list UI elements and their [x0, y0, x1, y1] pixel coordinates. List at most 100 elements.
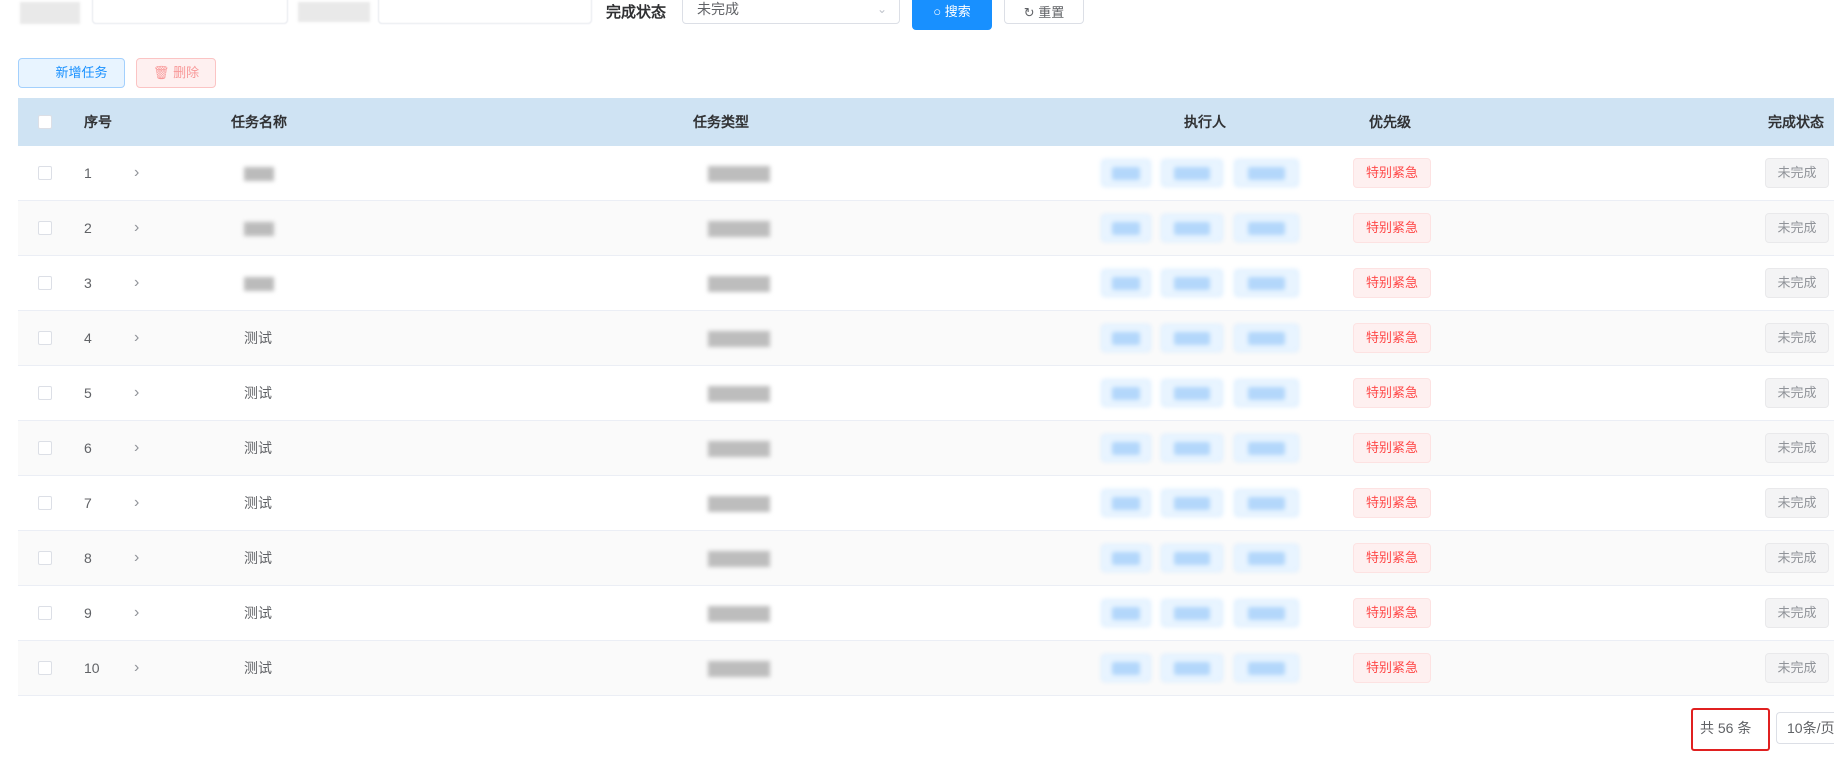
column-header-executor: 执行人 — [1184, 114, 1226, 130]
chevron-right-icon[interactable]: › — [134, 586, 146, 640]
row-index: 2 — [84, 220, 92, 236]
row-checkbox[interactable] — [38, 496, 52, 510]
trash-icon: 🗑 — [152, 65, 170, 80]
executor-tag — [1234, 434, 1299, 462]
row-task-type-redacted — [708, 531, 770, 585]
row-task-type-redacted — [708, 641, 770, 695]
chevron-right-icon[interactable]: › — [134, 256, 146, 310]
executor-tag — [1101, 434, 1151, 462]
chevron-right-icon[interactable]: › — [134, 641, 146, 695]
chevron-right-icon[interactable]: › — [134, 146, 146, 200]
row-index: 10 — [84, 660, 100, 676]
table-row[interactable]: 4 › 测试 特别紧急 未完成 — [18, 311, 1834, 366]
row-task-name: 测试 — [244, 660, 272, 676]
filter-bar: 完成状态 未完成 ⌄ ○ 搜索 ↻ 重置 — [0, 0, 1834, 30]
priority-badge: 特别紧急 — [1353, 598, 1431, 628]
row-index: 7 — [84, 495, 92, 511]
table-body: 1 › 特别紧急 未完成 2 › 特别紧急 未完成 3 › 特别紧急 未完成 4 › 测试 特别紧急 未完成 5 ›… — [18, 146, 1834, 696]
row-task-type-redacted — [708, 586, 770, 640]
chevron-right-icon[interactable]: › — [134, 531, 146, 585]
status-badge: 未完成 — [1765, 268, 1829, 298]
page-size-select[interactable]: 10条/页 — [1776, 712, 1834, 744]
search-button[interactable]: ○ 搜索 — [912, 0, 992, 30]
page-size-value: 10条/页 — [1787, 720, 1834, 736]
executor-tag — [1234, 214, 1299, 242]
reset-button-label: 重置 — [1038, 5, 1065, 20]
executor-tag — [1161, 434, 1223, 462]
column-header-task-name: 任务名称 — [231, 114, 287, 130]
row-checkbox[interactable] — [38, 661, 52, 675]
row-index: 6 — [84, 440, 92, 456]
task-name-input[interactable] — [378, 0, 592, 24]
chevron-right-icon[interactable]: › — [134, 476, 146, 530]
priority-badge: 特别紧急 — [1353, 488, 1431, 518]
status-badge: 未完成 — [1765, 543, 1829, 573]
executor-tag — [1234, 324, 1299, 352]
row-checkbox[interactable] — [38, 551, 52, 565]
row-checkbox[interactable] — [38, 331, 52, 345]
executor-tag — [1161, 324, 1223, 352]
search-button-label: 搜索 — [944, 4, 971, 19]
select-all-checkbox[interactable] — [38, 115, 52, 129]
redacted-filter-input[interactable] — [92, 0, 288, 24]
priority-badge: 特别紧急 — [1353, 268, 1431, 298]
row-checkbox[interactable] — [38, 166, 52, 180]
row-task-type-redacted — [708, 421, 770, 475]
row-task-name: 测试 — [244, 550, 272, 566]
refresh-icon: ↻ — [1023, 5, 1035, 20]
executor-tag — [1234, 379, 1299, 407]
executor-tag — [1234, 489, 1299, 517]
table-row[interactable]: 2 › 特别紧急 未完成 — [18, 201, 1834, 256]
delete-button[interactable]: 🗑 删除 — [136, 58, 216, 88]
priority-badge: 特别紧急 — [1353, 323, 1431, 353]
row-executors — [1101, 214, 1321, 244]
reset-button[interactable]: ↻ 重置 — [1004, 0, 1084, 24]
status-badge: 未完成 — [1765, 433, 1829, 463]
row-task-name: 测试 — [244, 440, 272, 456]
row-checkbox[interactable] — [38, 441, 52, 455]
row-task-name — [244, 146, 274, 200]
priority-badge: 特别紧急 — [1353, 433, 1431, 463]
column-header-task-type: 任务类型 — [693, 114, 749, 130]
executor-tag — [1161, 159, 1223, 187]
row-executors — [1101, 544, 1321, 574]
status-select-value: 未完成 — [697, 1, 739, 17]
executor-tag — [1234, 599, 1299, 627]
row-task-name: 测试 — [244, 330, 272, 346]
table-row[interactable]: 1 › 特别紧急 未完成 — [18, 146, 1834, 201]
row-checkbox[interactable] — [38, 386, 52, 400]
row-index: 5 — [84, 385, 92, 401]
row-task-type-redacted — [708, 146, 770, 200]
table-header: 序号 任务名称 任务类型 执行人 优先级 完成状态 — [18, 98, 1834, 146]
row-checkbox[interactable] — [38, 606, 52, 620]
add-task-button-label: 新增任务 — [55, 65, 108, 80]
row-checkbox[interactable] — [38, 221, 52, 235]
redacted-filter-label — [20, 2, 80, 24]
chevron-right-icon[interactable]: › — [134, 421, 146, 475]
table-row[interactable]: 10 › 测试 特别紧急 未完成 — [18, 641, 1834, 696]
table-row[interactable]: 7 › 测试 特别紧急 未完成 — [18, 476, 1834, 531]
row-task-type-redacted — [708, 366, 770, 420]
row-task-name — [244, 201, 274, 255]
chevron-right-icon[interactable]: › — [134, 311, 146, 365]
executor-tag — [1234, 269, 1299, 297]
add-task-button[interactable]: 新增任务 — [18, 58, 125, 88]
priority-badge: 特别紧急 — [1353, 378, 1431, 408]
table-row[interactable]: 8 › 测试 特别紧急 未完成 — [18, 531, 1834, 586]
status-badge: 未完成 — [1765, 158, 1829, 188]
executor-tag — [1101, 599, 1151, 627]
executor-tag — [1234, 654, 1299, 682]
table-row[interactable]: 3 › 特别紧急 未完成 — [18, 256, 1834, 311]
table-row[interactable]: 5 › 测试 特别紧急 未完成 — [18, 366, 1834, 421]
chevron-right-icon[interactable]: › — [134, 366, 146, 420]
status-select[interactable]: 未完成 ⌄ — [682, 0, 900, 24]
row-checkbox[interactable] — [38, 276, 52, 290]
executor-tag — [1101, 159, 1151, 187]
executor-tag — [1234, 544, 1299, 572]
redacted-task-name-label — [298, 2, 370, 22]
table-row[interactable]: 6 › 测试 特别紧急 未完成 — [18, 421, 1834, 476]
chevron-right-icon[interactable]: › — [134, 201, 146, 255]
status-badge: 未完成 — [1765, 323, 1829, 353]
table-row[interactable]: 9 › 测试 特别紧急 未完成 — [18, 586, 1834, 641]
row-task-name: 测试 — [244, 605, 272, 621]
